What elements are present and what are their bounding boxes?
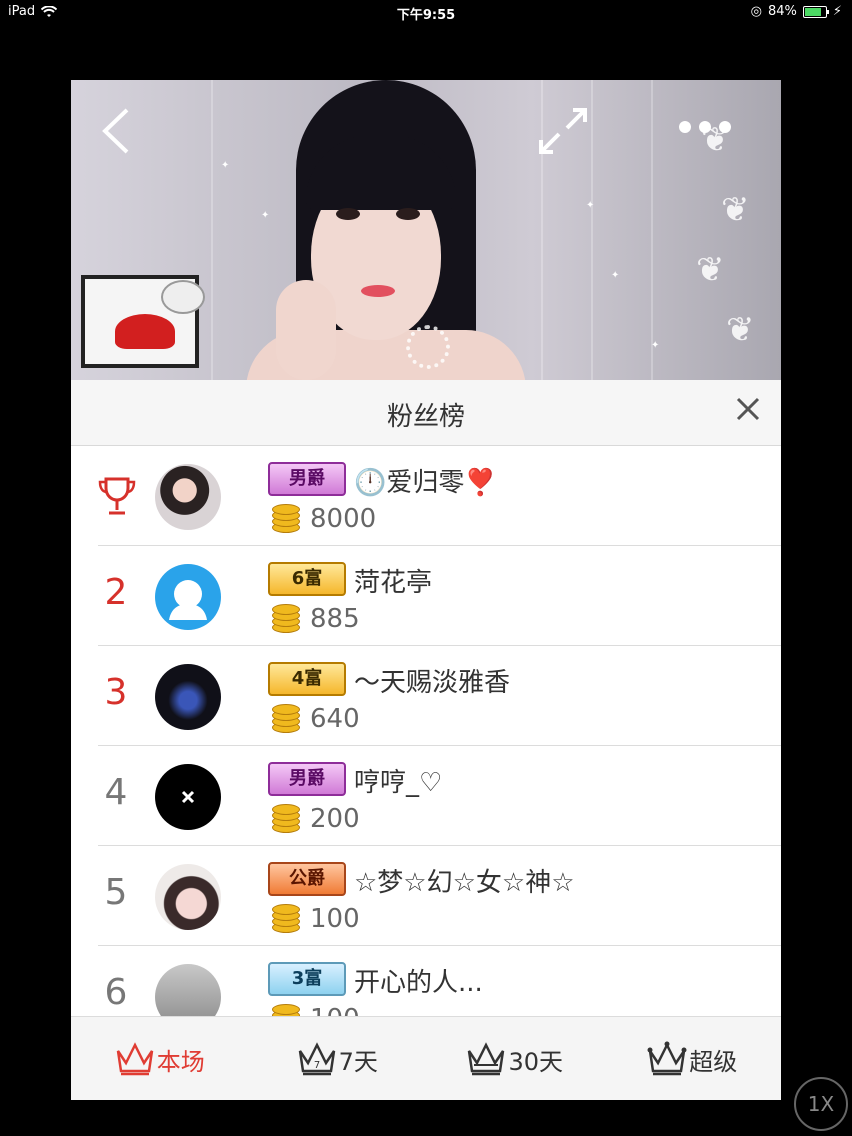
coins-icon [272,704,300,733]
user-name: 菏花亭 [354,568,433,598]
svg-text:7: 7 [313,1060,319,1071]
close-icon [736,397,760,421]
expand-icon [539,108,587,154]
tab-label: 30天 [508,1047,564,1076]
loading-spinner-icon [406,325,450,369]
rank-badge: 公爵 [268,862,346,896]
tab-super[interactable]: 超级 [604,1017,782,1100]
fullscreen-button[interactable] [537,106,589,156]
tab-label: 超级 [689,1047,738,1076]
score: 100 [310,904,360,934]
crown-7-icon: 7 [298,1042,335,1076]
list-item[interactable]: 3 4富 ～天赐淡雅香 640 [98,646,781,746]
rank-number: 5 [104,872,128,913]
score: 640 [310,704,360,734]
user-name: 🕛爱归零❣️ [354,468,497,498]
chevron-left-icon [102,108,129,154]
rank-badge: 3富 [268,962,346,996]
more-icon [679,121,691,133]
score: 100 [310,1004,360,1016]
fan-ranking-list[interactable]: 男爵 🕛爱归零❣️ 8000 2 6富 菏花亭 885 3 4富 ～天赐淡雅香 … [71,446,781,1016]
rank-number: 2 [104,572,128,613]
crown-super-icon [647,1041,687,1076]
avatar[interactable] [155,664,221,730]
orientation-lock-icon: ◎ [750,4,762,19]
fan-ranking-modal: ✦ ✦ ✦ ✦ ✦ ❦ ❦ ❦ ❦ 粉丝榜 男爵 🕛爱归零❣️ 8000 2 6… [71,80,781,1100]
rank-badge: 4富 [268,662,346,696]
modal-header: 粉丝榜 [71,380,781,446]
modal-title: 粉丝榜 [386,402,465,432]
coins-icon [272,904,300,933]
back-button[interactable] [101,108,131,154]
lamp-image [161,280,205,314]
default-avatar-icon [169,580,207,620]
score: 200 [310,804,360,834]
coins-icon [272,804,300,833]
user-name: ～天赐淡雅香 [354,668,511,698]
rank-number: 4 [104,772,128,813]
user-name: ☆梦☆幻☆女☆神☆ [354,868,575,898]
avatar[interactable] [155,764,221,830]
charging-icon: ⚡ [832,4,842,19]
crown-icon [116,1042,153,1076]
list-item[interactable]: 4 男爵 哼哼_♡ 200 [98,746,781,846]
battery-icon [802,5,829,18]
coins-icon [272,1004,300,1016]
x-mark-icon [181,790,195,804]
close-button[interactable] [733,396,763,426]
more-options-button[interactable] [679,116,739,138]
list-item[interactable]: 5 公爵 ☆梦☆幻☆女☆神☆ 100 [98,846,781,946]
rank-badge: 男爵 [268,462,346,496]
tab-30-days[interactable]: 30天 [426,1017,604,1100]
avatar[interactable] [155,564,221,630]
score: 8000 [310,504,377,534]
user-name: 哼哼_♡ [354,768,443,798]
user-name: 开心的人... [354,968,483,998]
list-item[interactable]: 男爵 🕛爱归零❣️ 8000 [98,446,781,546]
clock: 下午9:55 [396,8,456,23]
list-item[interactable]: 6 3富 开心的人... 100 [98,946,781,1016]
rank-number: 6 [104,972,128,1013]
list-item[interactable]: 2 6富 菏花亭 885 [98,546,781,646]
rank-badge: 男爵 [268,762,346,796]
avatar[interactable] [155,864,221,930]
rank-badge: 6富 [268,562,346,596]
ranking-period-tabs: 本场 7 7天 30天 超级 [71,1016,781,1100]
battery-percent: 84% [767,4,797,19]
trophy-icon [98,477,136,515]
coins-icon [272,604,300,633]
status-bar: iPad 下午9:55 ◎ 84% ⚡ [0,0,852,24]
tab-this-show[interactable]: 本场 [71,1017,249,1100]
avatar[interactable] [155,964,221,1016]
tab-label: 本场 [156,1047,205,1076]
crown-30-icon [468,1042,505,1076]
coins-icon [272,504,300,533]
rank-number: 3 [104,672,128,713]
playback-speed-button[interactable]: 1X [794,1077,848,1131]
tab-7-days[interactable]: 7 7天 [249,1017,427,1100]
avatar[interactable] [155,464,221,530]
tab-label: 7天 [338,1047,378,1076]
live-video[interactable]: ✦ ✦ ✦ ✦ ✦ ❦ ❦ ❦ ❦ [71,80,781,380]
score: 885 [310,604,360,634]
